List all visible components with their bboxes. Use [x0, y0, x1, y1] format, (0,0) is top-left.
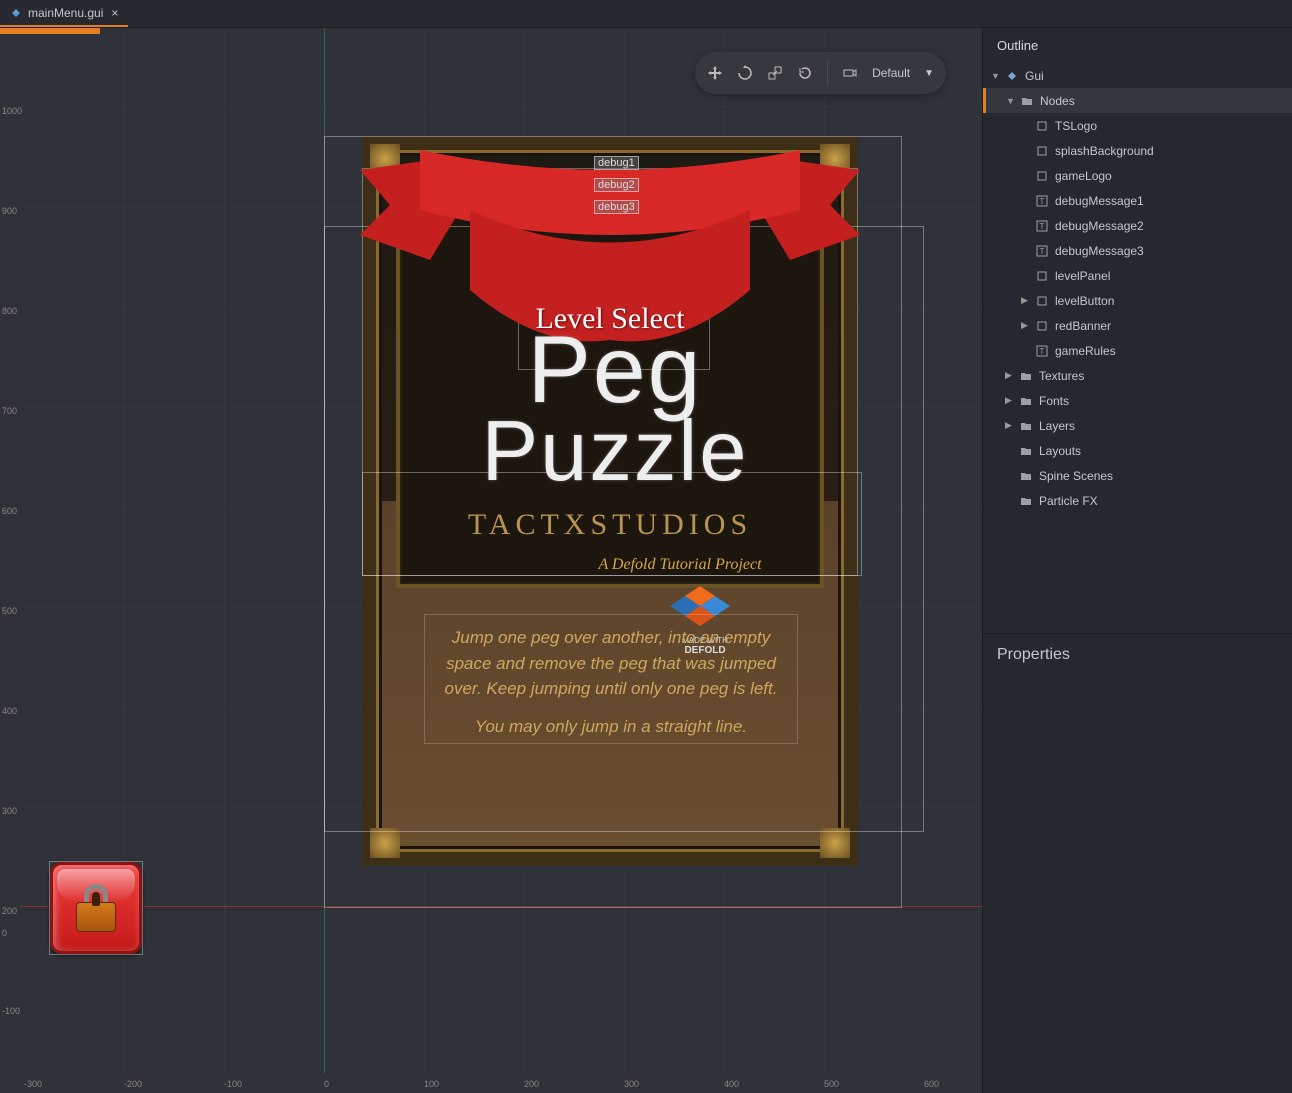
tree-node-debugmessage1[interactable]: TdebugMessage1: [983, 188, 1292, 213]
text-node-icon: T: [1035, 194, 1049, 208]
level-button-node[interactable]: [50, 862, 142, 954]
camera-tool-icon[interactable]: [842, 65, 858, 81]
tree-folder-fonts[interactable]: ▶Fonts: [983, 388, 1292, 413]
box-node-icon: [1035, 294, 1049, 308]
horizontal-ruler: -300 -200 -100 0 100 200 300 400 500 600: [20, 1073, 982, 1093]
box-node-icon: [1035, 144, 1049, 158]
text-node-icon: T: [1035, 344, 1049, 358]
tree-gui-root[interactable]: ▼ Gui: [983, 63, 1292, 88]
folder-icon: [1019, 369, 1033, 383]
rotate-tool-icon[interactable]: [737, 65, 753, 81]
tree-folder-particle-fx[interactable]: Particle FX: [983, 488, 1292, 513]
tree-folder-layouts[interactable]: Layouts: [983, 438, 1292, 463]
folder-icon: [1019, 494, 1033, 508]
debug-message-3[interactable]: debug3: [594, 200, 639, 214]
text-node-icon: T: [1035, 244, 1049, 258]
properties-title: Properties: [997, 646, 1278, 664]
move-tool-icon[interactable]: [707, 65, 723, 81]
tree-nodes-folder[interactable]: ▼ Nodes: [983, 88, 1292, 113]
tree-node-debugmessage3[interactable]: TdebugMessage3: [983, 238, 1292, 263]
reset-tool-icon[interactable]: [797, 65, 813, 81]
studio-logo-node[interactable]: TACTXSTUDIOS: [362, 508, 858, 542]
vertical-ruler: 1000 900 800 700 600 500 400 300 200 0 -…: [0, 48, 20, 1073]
text-node-icon: T: [1035, 219, 1049, 233]
tree-folder-textures[interactable]: ▶Textures: [983, 363, 1292, 388]
tree-node-splashbackground[interactable]: splashBackground: [983, 138, 1292, 163]
outline-tree[interactable]: ▼ Gui ▼ Nodes TSLogosplashBackgroundgame…: [983, 63, 1292, 633]
right-panel: Outline ▼ Gui ▼ Nodes TSLogosplashBackgr…: [982, 28, 1292, 1093]
scene-editor[interactable]: 1000 900 800 700 600 500 400 300 200 0 -…: [0, 28, 982, 1093]
outline-panel-title: Outline: [983, 28, 1292, 63]
tab-bar: mainMenu.gui ×: [0, 0, 1292, 28]
svg-text:T: T: [1040, 247, 1045, 256]
tree-folder-spine-scenes[interactable]: Spine Scenes: [983, 463, 1292, 488]
tagline-text: A Defold Tutorial Project: [560, 556, 800, 574]
box-node-icon: [1035, 319, 1049, 333]
properties-panel: Properties: [983, 633, 1292, 1093]
tree-node-redbanner[interactable]: ▶redBanner: [983, 313, 1292, 338]
tree-folder-layers[interactable]: ▶Layers: [983, 413, 1292, 438]
canvas-toolbar: Default ▼: [695, 52, 946, 94]
folder-icon: [1019, 394, 1033, 408]
game-logo-node[interactable]: Peg Puzzle: [430, 328, 800, 490]
folder-icon: [1019, 444, 1033, 458]
tab-filename: mainMenu.gui: [28, 6, 103, 20]
game-rules-node[interactable]: Jump one peg over another, into an empty…: [424, 614, 798, 744]
tree-node-tslogo[interactable]: TSLogo: [983, 113, 1292, 138]
debug-message-1[interactable]: debug1: [594, 156, 639, 170]
tree-node-debugmessage2[interactable]: TdebugMessage2: [983, 213, 1292, 238]
tree-node-levelbutton[interactable]: ▶levelButton: [983, 288, 1292, 313]
tree-node-gamerules[interactable]: TgameRules: [983, 338, 1292, 363]
folder-icon: [1019, 469, 1033, 483]
svg-text:T: T: [1040, 197, 1045, 206]
tree-node-gamelogo[interactable]: gameLogo: [983, 163, 1292, 188]
debug-message-2[interactable]: debug2: [594, 178, 639, 192]
box-node-icon: [1035, 169, 1049, 183]
folder-icon: [1020, 94, 1034, 108]
folder-icon: [1019, 419, 1033, 433]
layout-dropdown-icon[interactable]: ▼: [924, 68, 934, 79]
file-tab[interactable]: mainMenu.gui ×: [0, 0, 128, 27]
tab-close-icon[interactable]: ×: [111, 6, 118, 20]
lock-icon: [76, 884, 116, 932]
svg-text:T: T: [1040, 222, 1045, 231]
svg-text:T: T: [1040, 347, 1045, 356]
tree-node-levelpanel[interactable]: levelPanel: [983, 263, 1292, 288]
scale-tool-icon[interactable]: [767, 65, 783, 81]
box-node-icon: [1035, 269, 1049, 283]
gui-icon: [1005, 69, 1019, 83]
box-node-icon: [1035, 119, 1049, 133]
layout-label: Default: [872, 66, 910, 80]
gui-file-icon: [10, 7, 22, 19]
